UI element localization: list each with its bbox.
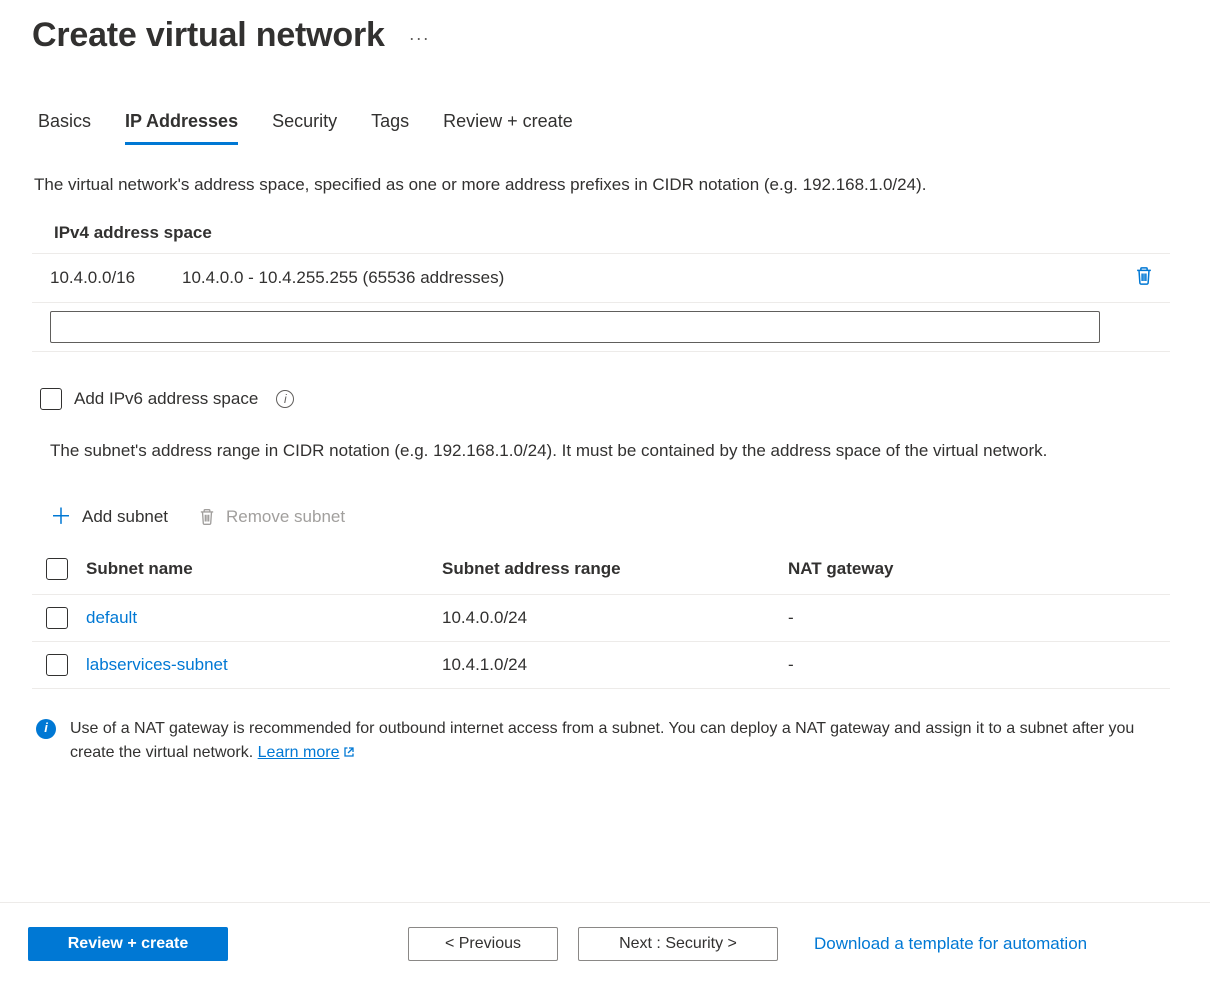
ipv4-range: 10.4.0.0 - 10.4.255.255 (65536 addresses… xyxy=(182,268,1134,288)
footer-bar: Review + create < Previous Next : Securi… xyxy=(0,902,1210,991)
ipv4-cidr: 10.4.0.0/16 xyxy=(50,268,182,288)
info-icon[interactable]: i xyxy=(276,390,294,408)
tab-basics[interactable]: Basics xyxy=(38,105,91,145)
subnet-header-name: Subnet name xyxy=(86,559,442,579)
remove-subnet-label: Remove subnet xyxy=(226,507,345,527)
subnet-nat-cell: - xyxy=(788,608,1170,628)
learn-more-link[interactable]: Learn more xyxy=(258,744,356,761)
subnet-header-nat: NAT gateway xyxy=(788,559,1170,579)
ipv4-new-address-input[interactable] xyxy=(50,311,1100,343)
subnet-row: labservices-subnet 10.4.1.0/24 - xyxy=(32,641,1170,688)
trash-icon xyxy=(1134,266,1154,286)
ipv6-checkbox-row: Add IPv6 address space i xyxy=(40,388,1170,410)
trash-icon xyxy=(198,508,216,526)
nat-info-box: i Use of a NAT gateway is recommended fo… xyxy=(32,689,1170,767)
page-title-row: Create virtual network ··· xyxy=(32,16,1170,55)
ipv4-address-space-heading: IPv4 address space xyxy=(32,223,1170,253)
tab-security[interactable]: Security xyxy=(272,105,337,145)
subnet-toolbar: ＋ Add subnet Remove subnet xyxy=(32,506,1170,528)
ipv4-address-table: 10.4.0.0/16 10.4.0.0 - 10.4.255.255 (655… xyxy=(32,253,1170,352)
subnet-name-link[interactable]: default xyxy=(86,608,137,627)
add-ipv6-checkbox[interactable] xyxy=(40,388,62,410)
external-link-icon xyxy=(343,746,355,758)
subnet-name-link[interactable]: labservices-subnet xyxy=(86,655,228,674)
subnet-checkbox[interactable] xyxy=(46,654,68,676)
tab-ip-addresses[interactable]: IP Addresses xyxy=(125,105,238,145)
plus-icon: ＋ xyxy=(50,506,72,528)
subnet-checkbox[interactable] xyxy=(46,607,68,629)
remove-subnet-button: Remove subnet xyxy=(198,506,345,528)
subnet-table: Subnet name Subnet address range NAT gat… xyxy=(32,546,1170,689)
more-icon[interactable]: ··· xyxy=(409,22,430,49)
ipv4-address-row[interactable]: 10.4.0.0/16 10.4.0.0 - 10.4.255.255 (655… xyxy=(32,254,1170,303)
nat-info-text: Use of a NAT gateway is recommended for … xyxy=(70,717,1170,767)
download-template-link[interactable]: Download a template for automation xyxy=(814,934,1087,954)
add-subnet-button[interactable]: ＋ Add subnet xyxy=(50,506,168,528)
info-icon: i xyxy=(36,719,56,739)
address-space-description: The virtual network's address space, spe… xyxy=(32,175,1170,195)
subnet-header-range: Subnet address range xyxy=(442,559,788,579)
ipv4-new-address-row xyxy=(32,303,1170,351)
tabs: Basics IP Addresses Security Tags Review… xyxy=(32,105,1170,145)
subnet-description: The subnet's address range in CIDR notat… xyxy=(32,438,1170,464)
tab-review-create[interactable]: Review + create xyxy=(443,105,573,145)
delete-address-button[interactable] xyxy=(1134,266,1158,290)
select-all-subnets-checkbox[interactable] xyxy=(46,558,68,580)
review-create-button[interactable]: Review + create xyxy=(28,927,228,961)
subnet-range-cell: 10.4.0.0/24 xyxy=(442,608,788,628)
next-button[interactable]: Next : Security > xyxy=(578,927,778,961)
add-ipv6-label: Add IPv6 address space xyxy=(74,389,258,409)
page-title: Create virtual network xyxy=(32,16,385,55)
previous-button[interactable]: < Previous xyxy=(408,927,558,961)
subnet-header-row: Subnet name Subnet address range NAT gat… xyxy=(32,546,1170,594)
tab-tags[interactable]: Tags xyxy=(371,105,409,145)
subnet-range-cell: 10.4.1.0/24 xyxy=(442,655,788,675)
subnet-nat-cell: - xyxy=(788,655,1170,675)
subnet-row: default 10.4.0.0/24 - xyxy=(32,594,1170,641)
add-subnet-label: Add subnet xyxy=(82,507,168,527)
